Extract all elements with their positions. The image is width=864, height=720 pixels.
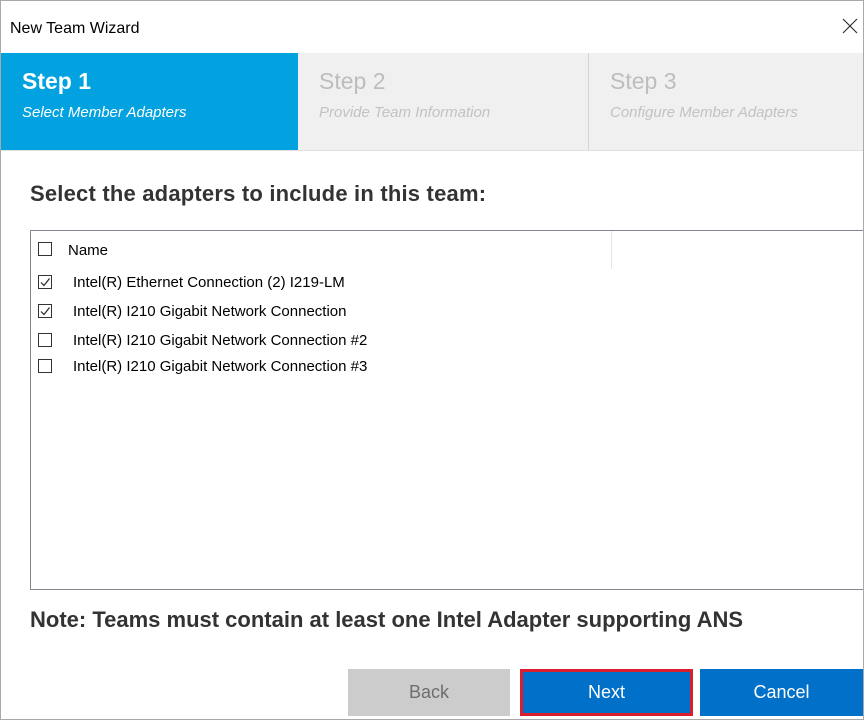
adapter-name: Intel(R) I210 Gigabit Network Connection <box>73 303 347 320</box>
adapter-checkbox[interactable] <box>38 275 52 289</box>
name-column-header[interactable]: Name <box>68 242 108 259</box>
step-subtitle: Configure Member Adapters <box>610 104 798 121</box>
adapter-name: Intel(R) I210 Gigabit Network Connection… <box>73 358 368 375</box>
step-1-select-member-adapters[interactable]: Step 1 Select Member Adapters <box>1 53 298 150</box>
adapter-list[interactable]: Name Intel(R) Ethernet Connection (2) I2… <box>30 230 863 590</box>
checkmark-icon <box>40 307 50 316</box>
step-subtitle: Select Member Adapters <box>22 104 187 121</box>
adapter-checkbox[interactable] <box>38 333 52 347</box>
select-all-checkbox[interactable] <box>38 242 52 256</box>
adapter-row[interactable]: Intel(R) I210 Gigabit Network Connection… <box>31 329 611 352</box>
adapter-row[interactable]: Intel(R) I210 Gigabit Network Connection… <box>31 355 611 378</box>
adapter-checkbox[interactable] <box>38 359 52 373</box>
adapter-row[interactable]: Intel(R) I210 Gigabit Network Connection <box>31 300 611 323</box>
new-team-wizard-window: New Team Wizard Step 1 Select Member Ada… <box>0 0 864 720</box>
close-icon[interactable] <box>837 13 863 39</box>
checkmark-icon <box>40 278 50 287</box>
column-divider <box>611 231 612 269</box>
cancel-button[interactable]: Cancel <box>700 669 863 716</box>
step-2-provide-team-information[interactable]: Step 2 Provide Team Information <box>298 53 589 150</box>
adapter-checkbox[interactable] <box>38 304 52 318</box>
wizard-steps: Step 1 Select Member Adapters Step 2 Pro… <box>1 53 863 151</box>
page-heading: Select the adapters to include in this t… <box>30 181 487 206</box>
adapter-name: Intel(R) I210 Gigabit Network Connection… <box>73 332 368 349</box>
adapter-name: Intel(R) Ethernet Connection (2) I219-LM <box>73 274 345 291</box>
window-title: New Team Wizard <box>10 20 140 37</box>
adapter-row[interactable]: Intel(R) Ethernet Connection (2) I219-LM <box>31 271 611 294</box>
step-subtitle: Provide Team Information <box>319 104 491 121</box>
step-title: Step 3 <box>610 68 677 94</box>
next-button[interactable]: Next <box>520 669 693 716</box>
step-3-configure-member-adapters[interactable]: Step 3 Configure Member Adapters <box>589 53 863 150</box>
back-button[interactable]: Back <box>348 669 510 716</box>
step-title: Step 1 <box>22 68 92 94</box>
ans-requirement-note: Note: Teams must contain at least one In… <box>30 607 744 632</box>
list-header: Name <box>31 231 611 269</box>
title-bar: New Team Wizard <box>1 1 863 53</box>
step-title: Step 2 <box>319 68 386 94</box>
